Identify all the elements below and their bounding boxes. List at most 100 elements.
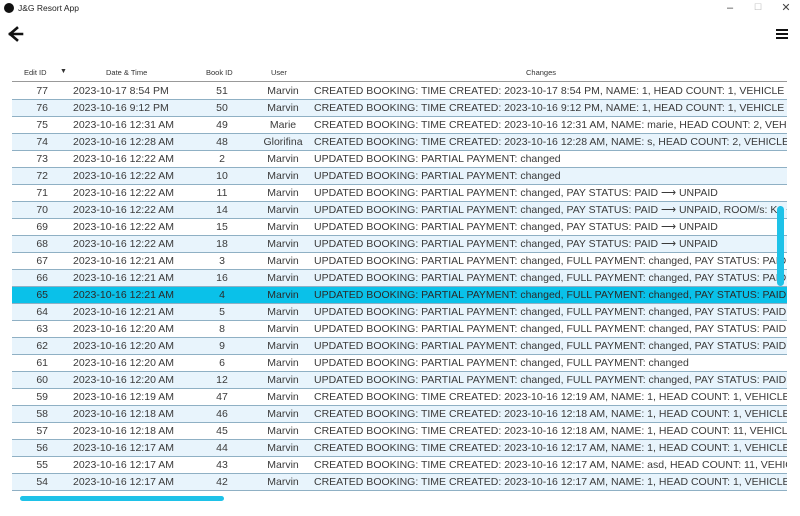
cell-edit-id: 57: [36, 425, 48, 437]
header-changes[interactable]: Changes: [526, 68, 556, 77]
horizontal-scrollbar[interactable]: [20, 496, 224, 501]
table-row[interactable]: 54 2023-10-16 12:17 AM 42 Marvin CREATED BOO…: [12, 474, 787, 491]
cell-date-time: 2023-10-16 12:22 AM: [73, 187, 174, 199]
cell-book-id: 9: [219, 340, 225, 352]
cell-edit-id: 63: [36, 323, 48, 335]
title-bar: J&G Resort App – ☐ ✕: [0, 0, 800, 15]
table-row[interactable]: 68 2023-10-16 12:22 AM 18 Marvin UPDATED BOO…: [12, 236, 787, 253]
back-button[interactable]: [8, 26, 26, 42]
cell-changes: UPDATED BOOKING: PARTIAL PAYMENT: change…: [314, 153, 561, 165]
cell-book-id: 6: [219, 357, 225, 369]
table-row[interactable]: 70 2023-10-16 12:22 AM 14 Marvin UPDATED BOO…: [12, 202, 787, 219]
table-row[interactable]: 62 2023-10-16 12:20 AM 9 Marvin UPDATED BOOK…: [12, 338, 787, 355]
cell-edit-id: 54: [36, 476, 48, 488]
cell-changes: CREATED BOOKING: TIME CREATED: 2023-10-1…: [314, 459, 787, 471]
hamburger-menu-icon[interactable]: [776, 29, 788, 39]
cell-edit-id: 69: [36, 221, 48, 233]
table-row[interactable]: 74 2023-10-16 12:28 AM 48 Glorifina CREATED …: [12, 134, 787, 151]
cell-book-id: 45: [216, 425, 228, 437]
cell-edit-id: 72: [36, 170, 48, 182]
vertical-scrollbar[interactable]: [777, 206, 784, 286]
table-row[interactable]: 59 2023-10-16 12:19 AM 47 Marvin CREATED BOO…: [12, 389, 787, 406]
cell-changes: CREATED BOOKING: TIME CREATED: 2023-10-1…: [314, 102, 787, 114]
cell-date-time: 2023-10-16 12:22 AM: [73, 170, 174, 182]
cell-user: Marvin: [267, 442, 299, 454]
cell-date-time: 2023-10-16 12:17 AM: [73, 442, 174, 454]
cell-changes: CREATED BOOKING: TIME CREATED: 2023-10-1…: [314, 425, 787, 437]
sort-descending-icon[interactable]: ▼: [60, 68, 67, 75]
cell-user: Marvin: [267, 459, 299, 471]
cell-book-id: 2: [219, 153, 225, 165]
table-row[interactable]: 63 2023-10-16 12:20 AM 8 Marvin UPDATED BOOK…: [12, 321, 787, 338]
table-row[interactable]: 64 2023-10-16 12:21 AM 5 Marvin UPDATED BOOK…: [12, 304, 787, 321]
cell-book-id: 43: [216, 459, 228, 471]
cell-user: Marvin: [267, 391, 299, 403]
cell-book-id: 48: [216, 136, 228, 148]
table-row[interactable]: 61 2023-10-16 12:20 AM 6 Marvin UPDATED BOOK…: [12, 355, 787, 372]
cell-edit-id: 56: [36, 442, 48, 454]
table-row[interactable]: 57 2023-10-16 12:18 AM 45 Marvin CREATED BOO…: [12, 423, 787, 440]
cell-date-time: 2023-10-16 12:19 AM: [73, 391, 174, 403]
cell-edit-id: 73: [36, 153, 48, 165]
cell-changes: CREATED BOOKING: TIME CREATED: 2023-10-1…: [314, 408, 787, 420]
minimize-button[interactable]: –: [716, 0, 744, 15]
close-button[interactable]: ✕: [772, 0, 800, 15]
cell-changes: UPDATED BOOKING: PARTIAL PAYMENT: change…: [314, 357, 689, 369]
cell-book-id: 46: [216, 408, 228, 420]
header-edit-id[interactable]: Edit ID: [24, 68, 47, 77]
table-row[interactable]: 55 2023-10-16 12:17 AM 43 Marvin CREATED BOO…: [12, 457, 787, 474]
cell-edit-id: 59: [36, 391, 48, 403]
table-row[interactable]: 60 2023-10-16 12:20 AM 12 Marvin UPDATED BOO…: [12, 372, 787, 389]
cell-user: Marvin: [267, 187, 299, 199]
header-book-id[interactable]: Book ID: [206, 68, 233, 77]
cell-edit-id: 65: [36, 289, 48, 301]
cell-edit-id: 68: [36, 238, 48, 250]
cell-changes: CREATED BOOKING: TIME CREATED: 2023-10-1…: [314, 85, 787, 97]
cell-user: Marvin: [267, 204, 299, 216]
cell-changes: UPDATED BOOKING: PARTIAL PAYMENT: change…: [314, 187, 718, 199]
maximize-button[interactable]: ☐: [744, 0, 772, 15]
table-row[interactable]: 56 2023-10-16 12:17 AM 44 Marvin CREATED BOO…: [12, 440, 787, 457]
cell-date-time: 2023-10-16 9:12 PM: [73, 102, 169, 114]
table-row[interactable]: 65 2023-10-16 12:21 AM 4 Marvin UPDATED BOOK…: [12, 287, 787, 304]
table-row[interactable]: 66 2023-10-16 12:21 AM 16 Marvin UPDATED BOO…: [12, 270, 787, 287]
cell-book-id: 49: [216, 119, 228, 131]
cell-edit-id: 70: [36, 204, 48, 216]
table-row[interactable]: 72 2023-10-16 12:22 AM 10 Marvin UPDATED BOO…: [12, 168, 787, 185]
cell-book-id: 8: [219, 323, 225, 335]
cell-edit-id: 64: [36, 306, 48, 318]
header-user[interactable]: User: [271, 68, 287, 77]
table-row[interactable]: 71 2023-10-16 12:22 AM 11 Marvin UPDATED BOO…: [12, 185, 787, 202]
cell-changes: UPDATED BOOKING: PARTIAL PAYMENT: change…: [314, 221, 718, 233]
cell-date-time: 2023-10-16 12:18 AM: [73, 408, 174, 420]
cell-date-time: 2023-10-17 8:54 PM: [73, 85, 169, 97]
cell-user: Marvin: [267, 374, 299, 386]
cell-changes: UPDATED BOOKING: PARTIAL PAYMENT: change…: [314, 323, 787, 335]
cell-date-time: 2023-10-16 12:28 AM: [73, 136, 174, 148]
cell-user: Marvin: [267, 425, 299, 437]
cell-date-time: 2023-10-16 12:21 AM: [73, 289, 174, 301]
cell-edit-id: 55: [36, 459, 48, 471]
cell-edit-id: 76: [36, 102, 48, 114]
table-row[interactable]: 76 2023-10-16 9:12 PM 50 Marvin CREATED BOOK…: [12, 100, 787, 117]
cell-date-time: 2023-10-16 12:21 AM: [73, 272, 174, 284]
cell-changes: UPDATED BOOKING: PARTIAL PAYMENT: change…: [314, 340, 787, 352]
table-row[interactable]: 67 2023-10-16 12:21 AM 3 Marvin UPDATED BOOK…: [12, 253, 787, 270]
cell-book-id: 50: [216, 102, 228, 114]
table-row[interactable]: 75 2023-10-16 12:31 AM 49 Marie CREATED BOOK…: [12, 117, 787, 134]
cell-changes: UPDATED BOOKING: PARTIAL PAYMENT: change…: [314, 374, 787, 386]
cell-edit-id: 62: [36, 340, 48, 352]
header-date-time[interactable]: Date & Time: [106, 68, 147, 77]
table-row[interactable]: 58 2023-10-16 12:18 AM 46 Marvin CREATED BOO…: [12, 406, 787, 423]
table-row[interactable]: 73 2023-10-16 12:22 AM 2 Marvin UPDATED BOOK…: [12, 151, 787, 168]
cell-user: Glorifina: [263, 136, 303, 148]
table-row[interactable]: 77 2023-10-17 8:54 PM 51 Marvin CREATED BOOK…: [12, 83, 787, 100]
table-row[interactable]: 69 2023-10-16 12:22 AM 15 Marvin UPDATED BOO…: [12, 219, 787, 236]
window-controls: – ☐ ✕: [716, 0, 800, 15]
cell-book-id: 3: [219, 255, 225, 267]
edit-history-table: Edit ID ▼ Date & Time Book ID User Chang…: [12, 64, 787, 491]
cell-user: Marvin: [267, 85, 299, 97]
cell-edit-id: 74: [36, 136, 48, 148]
cell-date-time: 2023-10-16 12:20 AM: [73, 357, 174, 369]
cell-edit-id: 58: [36, 408, 48, 420]
